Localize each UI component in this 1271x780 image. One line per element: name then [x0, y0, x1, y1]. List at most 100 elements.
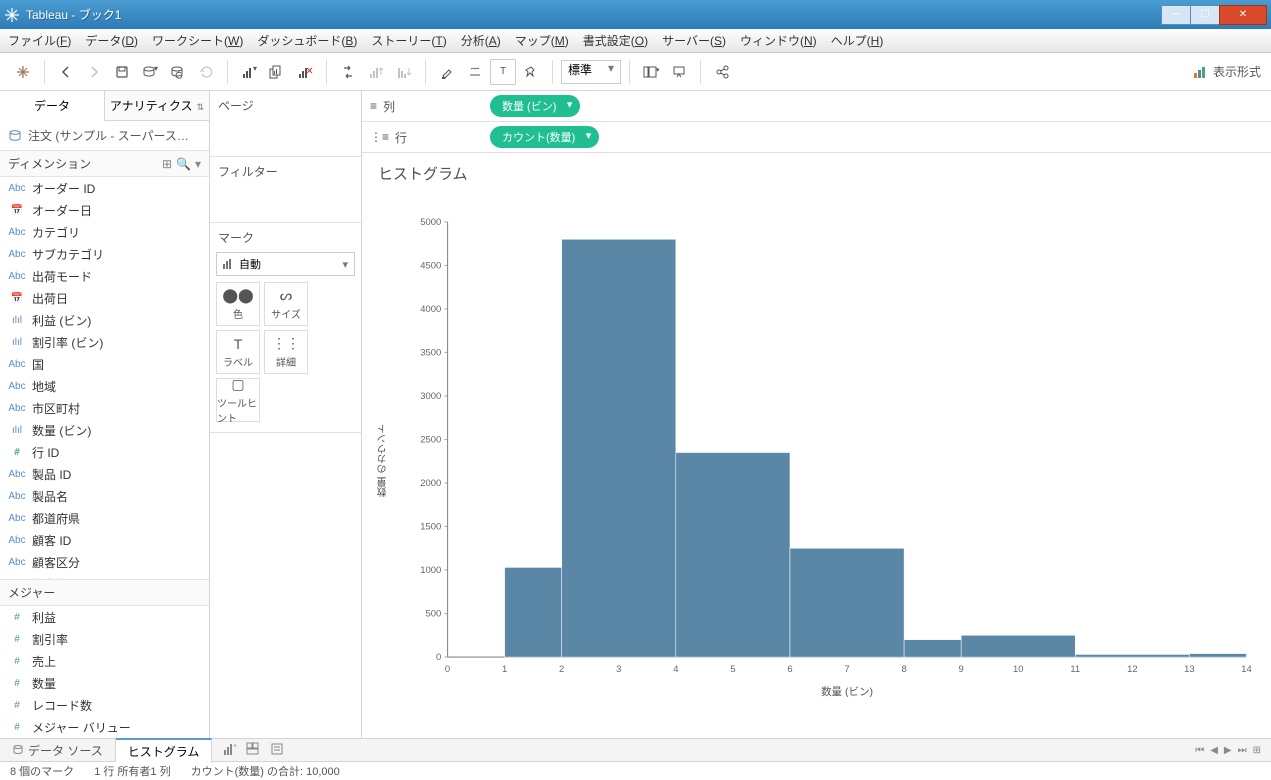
measure-field[interactable]: #利益: [0, 606, 209, 628]
fit-select[interactable]: 標準: [561, 60, 621, 84]
new-worksheet-icon[interactable]: +: [222, 742, 236, 759]
refresh-datasource-button[interactable]: [165, 59, 191, 85]
histogram-chart[interactable]: 0500100015002000250030003500400045005000…: [395, 190, 1257, 731]
undo-button[interactable]: [193, 59, 219, 85]
next-sheet-icon[interactable]: ▶: [1224, 745, 1232, 756]
highlight-button[interactable]: [434, 59, 460, 85]
histogram-bar[interactable]: [1189, 654, 1246, 657]
datasource-name[interactable]: 注文 (サンプル - スーパース…: [0, 121, 209, 151]
sheet-tab-histogram[interactable]: ヒストグラム: [116, 738, 213, 763]
marks-type-select[interactable]: 自動: [216, 252, 355, 276]
dimension-field[interactable]: Abc国: [0, 353, 209, 375]
dimension-field[interactable]: ılıl割引率 (ビン): [0, 331, 209, 353]
search-icon[interactable]: 🔍: [176, 157, 191, 171]
duplicate-sheet-button[interactable]: [264, 59, 290, 85]
new-dashboard-icon[interactable]: [246, 742, 260, 759]
show-me-button[interactable]: 表示形式: [1193, 63, 1261, 80]
show-filmstrip-icon[interactable]: ⊞: [1253, 745, 1261, 756]
menu-item[interactable]: ヘルプ(H): [831, 32, 884, 49]
dimension-field[interactable]: #行 ID: [0, 441, 209, 463]
measure-field[interactable]: #売上: [0, 650, 209, 672]
dimension-field[interactable]: Abc出荷モード: [0, 265, 209, 287]
show-cards-button[interactable]: ▾: [638, 59, 664, 85]
pin-button[interactable]: [518, 59, 544, 85]
dimension-field[interactable]: Abcサブカテゴリ: [0, 243, 209, 265]
dimension-field[interactable]: Abcオーダー ID: [0, 177, 209, 199]
dimension-field[interactable]: Abc地域: [0, 375, 209, 397]
prev-sheet-icon[interactable]: ◀: [1210, 745, 1218, 756]
close-button[interactable]: ✕: [1219, 5, 1267, 25]
group-button[interactable]: [462, 59, 488, 85]
chart-title[interactable]: ヒストグラム: [378, 163, 1257, 184]
sort-desc-button[interactable]: [391, 59, 417, 85]
dimension-field[interactable]: Abc都道府県: [0, 507, 209, 529]
dimension-field[interactable]: Abc製品名: [0, 485, 209, 507]
data-tab[interactable]: データ: [0, 91, 105, 121]
pages-shelf[interactable]: ページ: [210, 91, 361, 157]
histogram-bar[interactable]: [790, 548, 904, 657]
mark-cell-色[interactable]: ⬤⬤色: [216, 282, 260, 326]
rows-pill[interactable]: カウント(数量): [490, 126, 599, 148]
histogram-bar[interactable]: [1075, 654, 1189, 657]
measure-field[interactable]: #数量: [0, 672, 209, 694]
histogram-bar[interactable]: [961, 635, 1075, 657]
swap-button[interactable]: [335, 59, 361, 85]
new-sheet-button[interactable]: ▾: [236, 59, 262, 85]
filters-shelf[interactable]: フィルター: [210, 157, 361, 223]
menu-item[interactable]: マップ(M): [515, 32, 569, 49]
dimension-field[interactable]: Abcカテゴリ: [0, 221, 209, 243]
menu-item[interactable]: 書式設定(O): [583, 32, 648, 49]
presentation-button[interactable]: [666, 59, 692, 85]
dimension-field[interactable]: Abc市区町村: [0, 397, 209, 419]
menu-item[interactable]: ダッシュボード(B): [257, 32, 357, 49]
mark-cell-詳細[interactable]: ⋮⋮詳細: [264, 330, 308, 374]
columns-shelf[interactable]: ≡列 数量 (ビン): [362, 91, 1271, 122]
menu-item[interactable]: サーバー(S): [662, 32, 726, 49]
totals-button[interactable]: T: [490, 59, 516, 85]
menu-item[interactable]: データ(D): [85, 32, 138, 49]
measure-field[interactable]: #メジャー バリュー: [0, 716, 209, 738]
menu-item[interactable]: ストーリー(T): [371, 32, 446, 49]
minimize-button[interactable]: ─: [1161, 5, 1191, 25]
share-button[interactable]: [709, 59, 735, 85]
menu-item[interactable]: 分析(A): [461, 32, 501, 49]
dimension-field[interactable]: 📅出荷日: [0, 287, 209, 309]
mark-cell-ラベル[interactable]: Tラベル: [216, 330, 260, 374]
histogram-bar[interactable]: [904, 640, 961, 657]
new-story-icon[interactable]: [270, 742, 284, 759]
menu-item[interactable]: ファイル(F): [8, 32, 71, 49]
menu-item[interactable]: ウィンドウ(N): [740, 32, 817, 49]
view-toggle-icon[interactable]: ⊞: [162, 157, 172, 171]
dimension-field[interactable]: 📅オーダー日: [0, 199, 209, 221]
histogram-bar[interactable]: [505, 567, 562, 657]
measure-field[interactable]: #レコード数: [0, 694, 209, 716]
back-button[interactable]: [53, 59, 79, 85]
first-sheet-icon[interactable]: ⏮: [1195, 745, 1204, 756]
sort-asc-button[interactable]: [363, 59, 389, 85]
analytics-tab[interactable]: アナリティクス⇅: [105, 91, 209, 121]
dimension-field[interactable]: Abc製品 ID: [0, 463, 209, 485]
dimension-field[interactable]: ılıl利益 (ビン): [0, 309, 209, 331]
forward-button[interactable]: [81, 59, 107, 85]
field-label: 数量 (ビン): [32, 422, 91, 439]
datasource-tab[interactable]: データ ソース: [0, 739, 116, 762]
new-datasource-button[interactable]: ▾: [137, 59, 163, 85]
histogram-bar[interactable]: [562, 239, 676, 657]
mark-cell-ツールヒント[interactable]: ▢ツールヒント: [216, 378, 260, 422]
histogram-bar[interactable]: [676, 453, 790, 658]
save-button[interactable]: [109, 59, 135, 85]
measure-field[interactable]: #割引率: [0, 628, 209, 650]
last-sheet-icon[interactable]: ⏭: [1238, 745, 1247, 756]
mark-cell-サイズ[interactable]: ᔕサイズ: [264, 282, 308, 326]
menu-item[interactable]: ワークシート(W): [152, 32, 243, 49]
dimension-field[interactable]: Abc顧客区分: [0, 551, 209, 573]
logo-icon[interactable]: [10, 59, 36, 85]
clear-sheet-button[interactable]: [292, 59, 318, 85]
rows-shelf[interactable]: ⋮≡行 カウント(数量): [362, 122, 1271, 153]
columns-pill[interactable]: 数量 (ビン): [490, 95, 580, 117]
dimension-field[interactable]: ılıl数量 (ビン): [0, 419, 209, 441]
menu-bar: ファイル(F) データ(D) ワークシート(W) ダッシュボード(B) ストーリー(T)…: [0, 29, 1271, 53]
dimension-field[interactable]: Abc顧客 ID: [0, 529, 209, 551]
maximize-button[interactable]: ☐: [1190, 5, 1220, 25]
menu-icon[interactable]: ▾: [195, 157, 201, 171]
